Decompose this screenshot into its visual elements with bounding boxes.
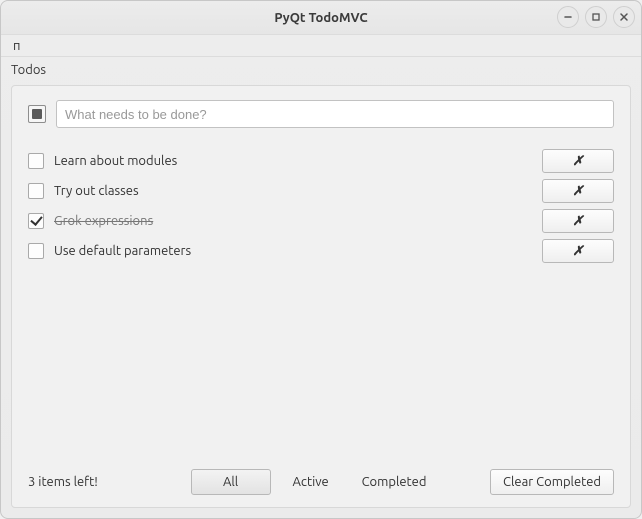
window-title: PyQt TodoMVC xyxy=(274,11,367,25)
spacer xyxy=(28,266,614,459)
maximize-icon xyxy=(591,12,601,22)
todo-row: Learn about modules ✗ xyxy=(28,146,614,176)
page-title: Todos xyxy=(1,57,641,79)
titlebar: PyQt TodoMVC xyxy=(1,1,641,35)
todo-list: Learn about modules✗Try out classes✗Grok… xyxy=(28,146,614,266)
todo-label: Learn about modules xyxy=(52,154,534,168)
minimize-button[interactable] xyxy=(557,6,579,28)
toggle-all-checkbox[interactable] xyxy=(28,105,46,123)
todo-row: Grok expressions ✗ xyxy=(28,206,614,236)
filter-all-button[interactable]: All xyxy=(191,469,271,495)
new-todo-input[interactable] xyxy=(56,100,614,128)
minimize-icon xyxy=(563,12,573,22)
window-controls xyxy=(557,6,635,28)
delete-todo-button[interactable]: ✗ xyxy=(542,149,614,173)
items-left-label: 3 items left! xyxy=(28,475,138,489)
todo-checkbox[interactable] xyxy=(28,183,44,199)
todo-checkbox[interactable] xyxy=(28,243,44,259)
delete-todo-button[interactable]: ✗ xyxy=(542,239,614,263)
filter-completed-button[interactable]: Completed xyxy=(351,469,438,495)
filter-group: All Active Completed xyxy=(191,469,438,495)
menu-pi[interactable]: π xyxy=(7,37,26,55)
maximize-button[interactable] xyxy=(585,6,607,28)
content-frame: Learn about modules✗Try out classes✗Grok… xyxy=(11,85,631,508)
todo-checkbox[interactable] xyxy=(28,153,44,169)
filter-active-button[interactable]: Active xyxy=(271,469,351,495)
app-window: PyQt TodoMVC π Todos Learn about modules… xyxy=(0,0,642,519)
toggle-all-fill-icon xyxy=(32,109,42,119)
todo-row: Try out classes ✗ xyxy=(28,176,614,206)
todo-checkbox[interactable] xyxy=(28,213,44,229)
todo-label: Use default parameters xyxy=(52,244,534,258)
menubar: π xyxy=(1,35,641,57)
new-todo-row xyxy=(28,100,614,128)
todo-label: Try out classes xyxy=(52,184,534,198)
close-button[interactable] xyxy=(613,6,635,28)
delete-todo-button[interactable]: ✗ xyxy=(542,209,614,233)
todo-row: Use default parameters ✗ xyxy=(28,236,614,266)
footer: 3 items left! All Active Completed Clear… xyxy=(28,459,614,495)
clear-completed-button[interactable]: Clear Completed xyxy=(490,469,614,495)
close-icon xyxy=(619,12,629,22)
delete-todo-button[interactable]: ✗ xyxy=(542,179,614,203)
todo-label: Grok expressions xyxy=(52,214,534,228)
